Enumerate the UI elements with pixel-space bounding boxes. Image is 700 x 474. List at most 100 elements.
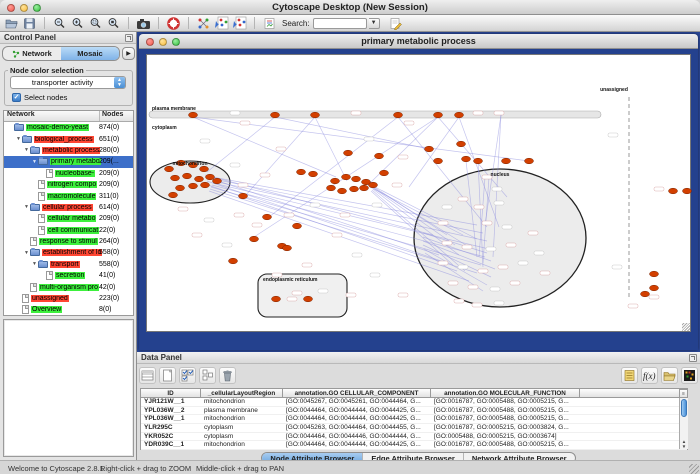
network-node[interactable]	[344, 150, 353, 156]
table-cell[interactable]: [GO:0045267, GO:0045261, GO:0044464, G..…	[283, 398, 431, 406]
network-node[interactable]	[169, 192, 178, 198]
network-node[interactable]	[309, 171, 318, 177]
table-cell[interactable]: mitochondrion	[201, 441, 283, 449]
network-node[interactable]	[250, 236, 259, 242]
tree-item-label[interactable]: multi-organism pro	[39, 284, 99, 291]
network-node[interactable]	[457, 141, 466, 147]
plasma-membrane-region[interactable]	[149, 111, 601, 118]
zoom-fit-icon[interactable]	[106, 16, 121, 31]
tree-expand-icon[interactable]: ▼	[23, 250, 30, 256]
network-node[interactable]	[525, 158, 534, 164]
table-cell[interactable]: [GO:0044464, GO:0044446, GO:0044444, G..…	[283, 433, 431, 441]
tree-expand-icon[interactable]: ▼	[15, 136, 22, 142]
tree-row[interactable]: unassigned223(0)	[4, 293, 133, 304]
network-node[interactable]	[213, 178, 222, 184]
network-node[interactable]	[462, 156, 471, 162]
network-edge[interactable]	[269, 117, 398, 217]
tab-network[interactable]: Network	[3, 47, 61, 60]
tree-row[interactable]: secretion41(0)	[4, 270, 133, 281]
tree-item-label[interactable]: biological_process	[34, 136, 94, 143]
network-canvas[interactable]: plasma membranecytoplasmmitochondrionnuc…	[146, 54, 691, 332]
canvas-resize-grip[interactable]	[682, 323, 690, 331]
matrix-icon[interactable]	[681, 367, 698, 384]
tree-item-label[interactable]: cellular metabo	[47, 215, 96, 222]
network-node[interactable]	[176, 185, 185, 191]
save-icon[interactable]	[22, 16, 37, 31]
network-node[interactable]	[650, 271, 659, 277]
network-node[interactable]	[338, 188, 347, 194]
table-cell[interactable]: [GO:0016787, GO:0005488, GO:0005215, G..…	[431, 415, 580, 423]
unselect-all-icon[interactable]	[199, 367, 216, 384]
tree-row[interactable]: mosaic-demo-yeast874(0)	[4, 122, 133, 133]
import-icon[interactable]	[661, 367, 678, 384]
tree-col-nodes[interactable]: Nodes	[99, 111, 133, 121]
tree-row[interactable]: cell communicat22(0)	[4, 225, 133, 236]
table-cell[interactable]: YJR121W__1	[141, 398, 201, 406]
tree-expand-icon[interactable]: ▼	[31, 159, 38, 165]
tree-item-label[interactable]: Overview	[31, 306, 62, 313]
column-header[interactable]: _cellularLayoutRegion	[201, 389, 283, 398]
tree-item-label[interactable]: unassigned	[31, 295, 69, 302]
tree-row[interactable]: nitrogen compo209(0)	[4, 179, 133, 190]
network-window-titlebar[interactable]: primary metabolic process	[139, 34, 698, 49]
tree-item-label[interactable]: mosaic-demo-yeast	[26, 124, 89, 131]
table-cell[interactable]: YPL036W__1	[141, 415, 201, 423]
tree-row[interactable]: ▼cellular process614(0)	[4, 202, 133, 213]
annotation-icon[interactable]	[262, 16, 277, 31]
window-titlebar[interactable]: Cytoscape Desktop (New Session)	[0, 0, 700, 15]
network-node[interactable]	[380, 170, 389, 176]
column-header[interactable]: annotation.GO MOLECULAR_FUNCTION	[431, 389, 580, 398]
table-cell[interactable]: YLR295C	[141, 424, 201, 432]
tree-expand-icon[interactable]: ▼	[31, 261, 38, 267]
table-vertical-scrollbar[interactable]: ▲▼	[679, 398, 688, 449]
table-cell[interactable]: YKR052C	[141, 433, 201, 441]
network-node[interactable]	[641, 291, 650, 297]
network-edge[interactable]	[207, 117, 275, 172]
table-cell[interactable]: [GO:0044464, GO:0044444, GO:0044425, G..…	[283, 415, 431, 423]
tree-item-label[interactable]: secretion	[55, 272, 85, 279]
table-row[interactable]: YLR295Ccytoplasm[GO:0045263, GO:0044464,…	[141, 424, 687, 433]
table-row[interactable]: YKR052Ccytoplasm[GO:0044464, GO:0044446,…	[141, 433, 687, 442]
zoom-out-icon[interactable]	[52, 16, 67, 31]
table-row[interactable]: YPL036W__1mitochondrion[GO:0044464, GO:0…	[141, 415, 687, 424]
tree-row[interactable]: ▼metabolic process280(0)	[4, 145, 133, 156]
network-node[interactable]	[201, 182, 210, 188]
zoom-selected-icon[interactable]	[88, 16, 103, 31]
network-icon-2[interactable]	[214, 16, 229, 31]
function-builder-icon[interactable]: f(x)	[641, 367, 658, 384]
network-node[interactable]	[455, 112, 464, 118]
tree-item-label[interactable]: nucleobase-	[55, 170, 95, 177]
network-node[interactable]	[165, 166, 174, 172]
zoom-in-icon[interactable]	[70, 16, 85, 31]
network-icon-3[interactable]	[232, 16, 247, 31]
tree-item-label[interactable]: establishment of lo	[42, 249, 102, 256]
network-node[interactable]	[434, 112, 443, 118]
table-cell[interactable]: cytoplasm	[201, 424, 283, 432]
tree-row[interactable]: Overview8(0)	[4, 304, 133, 315]
network-node[interactable]	[311, 112, 320, 118]
table-cell[interactable]: [GO:0016787, GO:0005488, GO:0005215, G..…	[431, 407, 580, 415]
table-cell[interactable]: YPL036W__2	[141, 407, 201, 415]
network-node[interactable]	[683, 188, 692, 194]
table-corner-icon[interactable]: ≡	[679, 389, 688, 398]
table-cell[interactable]: [GO:0044464, GO:0044444, GO:0044425, G..…	[283, 407, 431, 415]
network-node[interactable]	[297, 169, 306, 175]
network-node[interactable]	[650, 285, 659, 291]
scrollbar-thumb[interactable]	[681, 399, 687, 417]
new-attribute-icon[interactable]	[159, 367, 176, 384]
network-node[interactable]	[304, 296, 313, 302]
search-dropdown-arrow[interactable]: ▼	[369, 18, 380, 29]
select-attributes-icon[interactable]	[139, 367, 156, 384]
network-node[interactable]	[360, 185, 369, 191]
network-edge[interactable]	[245, 117, 315, 196]
attribute-list-icon[interactable]	[621, 367, 638, 384]
network-node[interactable]	[352, 176, 361, 182]
network-node[interactable]	[331, 178, 340, 184]
network-node[interactable]	[669, 188, 678, 194]
network-node[interactable]	[342, 174, 351, 180]
scrollbar-arrows[interactable]: ▲▼	[680, 439, 688, 449]
network-node[interactable]	[183, 173, 192, 179]
tree-expand-icon[interactable]: ▼	[23, 204, 30, 210]
tree-item-label[interactable]: cell communicat	[47, 227, 99, 234]
column-header[interactable]: annotation.GO CELLULAR_COMPONENT	[283, 389, 431, 398]
